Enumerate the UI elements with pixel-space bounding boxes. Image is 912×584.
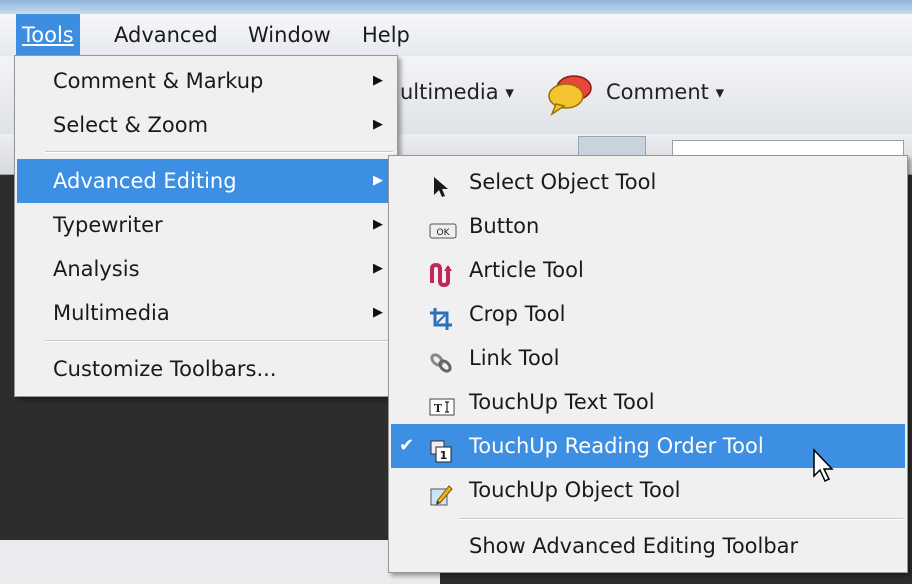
menu-item-customize-toolbars[interactable]: Customize Toolbars... (17, 347, 395, 391)
tools-menu: Comment & Markup ▶ Select & Zoom ▶ Advan… (14, 55, 398, 397)
menu-tools[interactable]: Tools (16, 14, 80, 56)
menu-item-multimedia[interactable]: Multimedia ▶ (17, 291, 395, 335)
submenu-arrow-icon: ▶ (373, 305, 383, 320)
menu-item-article-tool[interactable]: Article Tool (391, 248, 905, 292)
advanced-editing-submenu: Select Object Tool OK Button Article Too… (388, 155, 908, 573)
link-icon (429, 346, 453, 373)
menu-advanced[interactable]: Advanced (108, 14, 224, 56)
ok-button-icon: OK (429, 214, 457, 239)
submenu-arrow-icon: ▶ (373, 117, 383, 132)
touchup-object-icon (429, 478, 453, 506)
menu-separator (459, 518, 903, 520)
menu-item-crop-tool[interactable]: Crop Tool (391, 292, 905, 336)
window-title-strip (0, 0, 912, 14)
menu-separator (45, 340, 393, 342)
touchup-text-icon: T (429, 390, 455, 416)
menu-item-comment-markup[interactable]: Comment & Markup ▶ (17, 59, 395, 103)
comment-bubble-icon (546, 72, 594, 116)
svg-text:T: T (434, 402, 443, 415)
submenu-arrow-icon: ▶ (373, 173, 383, 188)
submenu-arrow-icon: ▶ (373, 73, 383, 88)
dropdown-arrow-icon: ▼ (715, 86, 725, 100)
menu-item-select-zoom[interactable]: Select & Zoom ▶ (17, 103, 395, 147)
checkmark-icon: ✔ (399, 435, 415, 456)
mouse-cursor-icon (812, 448, 838, 484)
menu-window[interactable]: Window (242, 14, 337, 56)
svg-text:1: 1 (440, 449, 448, 462)
bottom-panel (0, 540, 440, 584)
menu-separator (45, 151, 393, 153)
menu-help[interactable]: Help (356, 14, 416, 56)
multimedia-toolbar-button[interactable]: ultimedia ▼ (400, 80, 514, 104)
comment-toolbar-button[interactable]: Comment ▼ (606, 80, 724, 104)
menu-item-button[interactable]: OK Button (391, 204, 905, 248)
reading-order-icon: 1 (429, 434, 453, 463)
menu-item-typewriter[interactable]: Typewriter ▶ (17, 203, 395, 247)
submenu-arrow-icon: ▶ (373, 261, 383, 276)
menu-item-select-object-tool[interactable]: Select Object Tool (391, 160, 905, 204)
menu-item-analysis[interactable]: Analysis ▶ (17, 247, 395, 291)
menu-item-link-tool[interactable]: Link Tool (391, 336, 905, 380)
menu-item-show-advanced-editing-toolbar[interactable]: Show Advanced Editing Toolbar (391, 524, 905, 568)
arrow-pointer-icon (429, 170, 453, 197)
article-icon (429, 258, 453, 288)
menu-item-advanced-editing[interactable]: Advanced Editing ▶ (17, 159, 395, 203)
menu-bar: Tools Advanced Window Help (0, 14, 912, 57)
menu-item-touchup-text-tool[interactable]: T TouchUp Text Tool (391, 380, 905, 424)
crop-icon (429, 302, 453, 330)
submenu-arrow-icon: ▶ (373, 217, 383, 232)
dropdown-arrow-icon: ▼ (505, 86, 514, 100)
svg-text:OK: OK (437, 228, 451, 238)
